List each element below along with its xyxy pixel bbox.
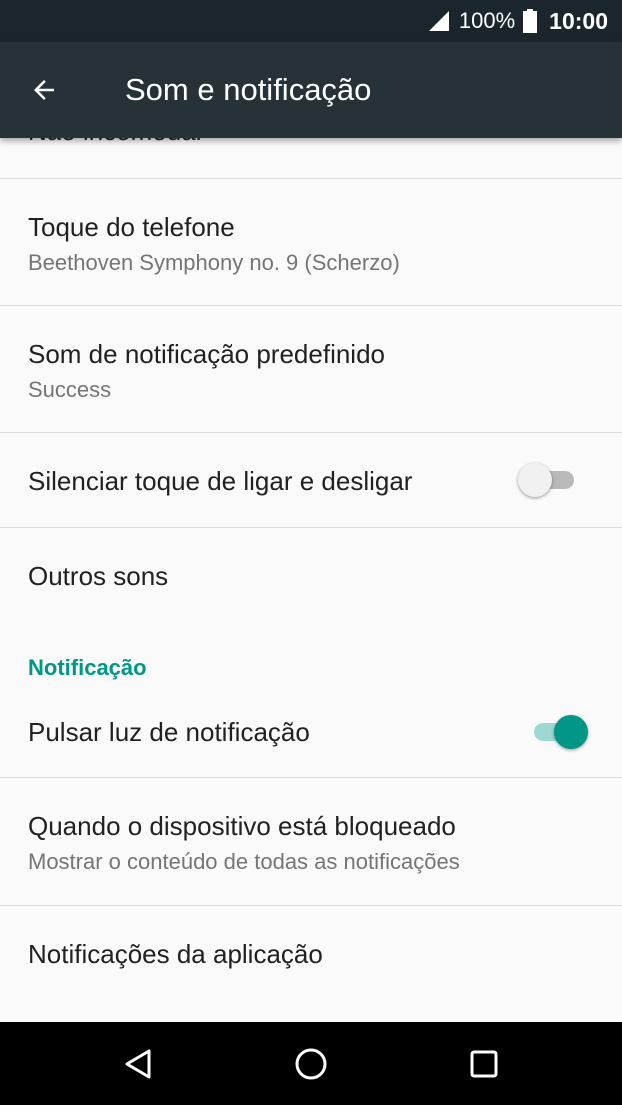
signal-icon [428, 11, 449, 31]
ringtone-title: Toque do telefone [28, 212, 235, 242]
arrow-left-icon [34, 80, 54, 100]
nav-recents-button[interactable] [456, 1036, 512, 1092]
power-sounds-title: Silenciar toque de ligar e desligar [28, 466, 413, 496]
settings-list: Não incomodar Toque do telefone Beethove… [0, 138, 622, 1022]
battery-percent: 100% [458, 8, 516, 33]
status-bar: 100% 10:00 [0, 0, 622, 42]
power-sounds-toggle[interactable] [518, 462, 580, 497]
back-triangle-icon [125, 1049, 151, 1079]
nav-back-button[interactable] [111, 1036, 167, 1092]
recents-square-icon [470, 1050, 498, 1078]
notification-sound-summary: Success [28, 377, 112, 402]
ringtone-summary: Beethoven Symphony no. 9 (Scherzo) [28, 250, 400, 275]
back-button[interactable] [20, 66, 68, 114]
toggle-thumb [518, 463, 552, 497]
ringtone-item[interactable]: Toque do telefone Beethoven Symphony no.… [0, 179, 622, 305]
notification-sound-title: Som de notificação predefinido [28, 339, 386, 369]
other-sounds-item[interactable]: Outros sons [0, 528, 622, 624]
notification-category-header: Notificação [28, 655, 147, 680]
nav-home-button[interactable] [283, 1036, 339, 1092]
pulse-light-title: Pulsar luz de notificação [28, 717, 310, 747]
pulse-light-toggle[interactable] [530, 714, 590, 749]
toggle-thumb [554, 715, 588, 749]
do-not-disturb-item[interactable]: Não incomodar [28, 138, 204, 147]
home-circle-icon [295, 1048, 327, 1080]
app-bar: Som e notificação [0, 42, 622, 138]
other-sounds-title: Outros sons [28, 561, 169, 591]
lock-screen-title: Quando o dispositivo está bloqueado [28, 811, 456, 841]
battery-icon [523, 9, 538, 33]
lock-screen-item[interactable]: Quando o dispositivo está bloqueado Most… [0, 778, 622, 905]
app-notifications-item[interactable]: Notificações da aplicação [0, 906, 622, 1002]
navigation-bar [0, 1022, 622, 1105]
power-sounds-item[interactable]: Silenciar toque de ligar e desligar [0, 433, 622, 527]
pulse-light-item[interactable]: Pulsar luz de notificação [0, 689, 622, 777]
notification-sound-item[interactable]: Som de notificação predefinido Success [0, 306, 622, 432]
page-title: Som e notificação [125, 72, 372, 107]
clock: 10:00 [549, 7, 608, 34]
lock-screen-summary: Mostrar o conteúdo de todas as notificaç… [28, 849, 460, 874]
app-notifications-title: Notificações da aplicação [28, 939, 323, 969]
